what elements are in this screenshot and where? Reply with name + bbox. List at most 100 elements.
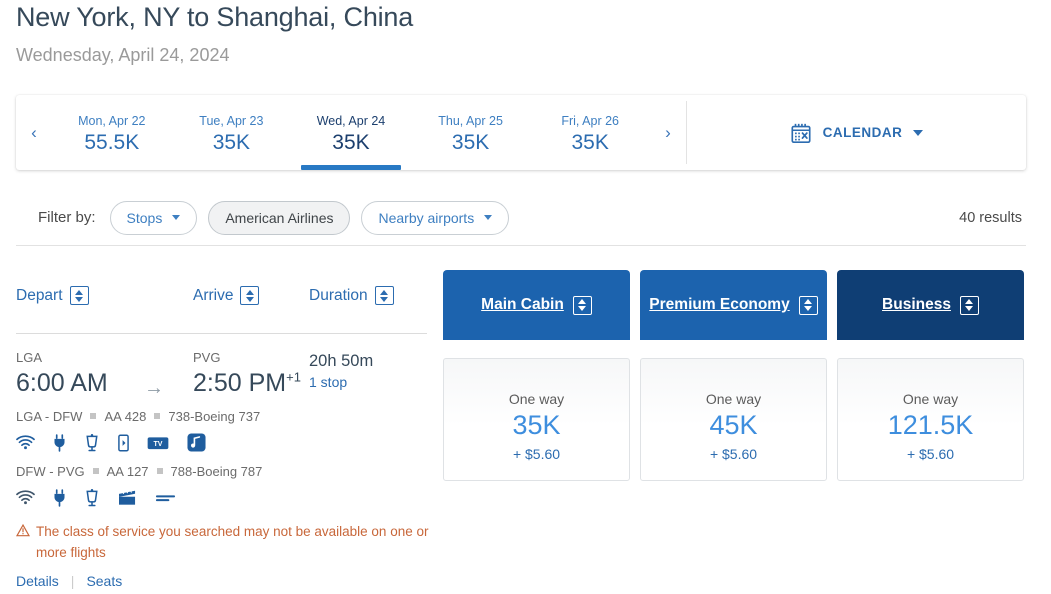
column-header-arrive: Arrive bbox=[193, 286, 234, 304]
details-link[interactable]: Details bbox=[16, 573, 59, 589]
warning-message: The class of service you searched may no… bbox=[36, 523, 429, 560]
sort-arrows-icon bbox=[959, 295, 979, 315]
date-day-price: 35K bbox=[451, 131, 490, 154]
filter-chip-label: Nearby airports bbox=[378, 209, 475, 226]
price-card-business[interactable]: One way 121.5K + $5.60 bbox=[837, 358, 1024, 481]
sort-arrows-icon bbox=[374, 286, 394, 305]
results-table-header: Depart Arrive Duration Main Cabin Premiu… bbox=[16, 270, 1026, 340]
segment-2-amenities bbox=[16, 488, 1026, 508]
price-card-label: One way bbox=[902, 391, 959, 407]
arrive-time-value: 2:50 PM bbox=[193, 368, 287, 397]
sort-by-arrive[interactable]: Arrive bbox=[193, 286, 260, 305]
prev-dates-button[interactable]: ‹ bbox=[16, 95, 52, 170]
flight-result-row: LGA 6:00 AM PVG 2:50 PM+1 20h 50m 1 stop… bbox=[15, 350, 1026, 589]
cabin-tab-label: Premium Economy bbox=[649, 296, 790, 313]
date-day-fri-apr-26[interactable]: Fri, Apr 26 35K bbox=[530, 95, 650, 170]
filter-by-label: Filter by: bbox=[38, 209, 96, 226]
sort-arrows-icon bbox=[798, 295, 818, 315]
arrive-cell: PVG 2:50 PM+1 bbox=[193, 350, 309, 398]
music-icon bbox=[187, 433, 206, 452]
warning-triangle-icon bbox=[15, 522, 31, 564]
filter-chip-label: Stops bbox=[126, 209, 163, 226]
price-card-amount: 45K bbox=[709, 410, 758, 440]
date-day-label: Wed, Apr 24 bbox=[316, 113, 386, 128]
class-of-service-warning: The class of service you searched may no… bbox=[15, 522, 436, 564]
filter-chip-american-airlines[interactable]: American Airlines bbox=[208, 200, 351, 235]
date-day-mon-apr-22[interactable]: Mon, Apr 22 55.5K bbox=[52, 95, 172, 170]
column-header-duration: Duration bbox=[309, 286, 368, 304]
price-card-tax: + $5.60 bbox=[512, 446, 561, 463]
cabin-tab-main-cabin[interactable]: Main Cabin bbox=[443, 270, 630, 340]
separator-square-icon bbox=[92, 468, 99, 475]
date-day-thu-apr-25[interactable]: Thu, Apr 25 35K bbox=[411, 95, 531, 170]
date-day-tue-apr-23[interactable]: Tue, Apr 23 35K bbox=[172, 95, 292, 170]
sort-arrows-icon bbox=[69, 286, 89, 305]
arrive-airport-code: PVG bbox=[193, 350, 221, 365]
depart-time: 6:00 AM bbox=[16, 368, 108, 397]
filter-bar: Filter by: Stops American Airlines Nearb… bbox=[16, 190, 1026, 246]
date-day-label: Thu, Apr 25 bbox=[438, 113, 503, 128]
svg-text:TV: TV bbox=[153, 441, 162, 448]
date-selector-bar: ‹ Mon, Apr 22 55.5K Tue, Apr 23 35K Wed,… bbox=[16, 95, 1026, 170]
seats-link[interactable]: Seats bbox=[86, 573, 122, 589]
separator-square-icon bbox=[156, 468, 163, 475]
cabin-tab-label: Business bbox=[882, 296, 951, 313]
segment-aircraft: 738-Boeing 737 bbox=[168, 408, 261, 424]
sort-arrows-icon bbox=[240, 286, 260, 305]
column-header-depart: Depart bbox=[16, 286, 63, 304]
results-count: 40 results bbox=[959, 209, 1022, 226]
date-scroller: ‹ Mon, Apr 22 55.5K Tue, Apr 23 35K Wed,… bbox=[16, 95, 686, 170]
price-card-label: One way bbox=[705, 391, 762, 407]
wifi-icon bbox=[16, 490, 35, 505]
date-day-price: 55.5K bbox=[84, 131, 140, 154]
wifi-icon bbox=[16, 435, 35, 450]
link-separator: | bbox=[70, 573, 75, 590]
flight-action-links: Details | Seats bbox=[16, 573, 1026, 589]
calendar-icon bbox=[790, 122, 812, 144]
price-card-premium-economy[interactable]: One way 45K + $5.60 bbox=[640, 358, 827, 481]
arrive-time: 2:50 PM+1 bbox=[193, 369, 309, 398]
chevron-down-icon bbox=[172, 215, 181, 220]
filter-chip-nearby-airports[interactable]: Nearby airports bbox=[361, 200, 510, 235]
movie-icon bbox=[118, 489, 137, 506]
date-day-price: 35K bbox=[212, 131, 251, 154]
date-day-price: 35K bbox=[571, 131, 609, 154]
flight-search-results-page: New York, NY to Shanghai, China Wednesda… bbox=[0, 0, 1051, 594]
segment-route: LGA - DFW bbox=[16, 408, 83, 424]
chevron-down-icon bbox=[913, 129, 924, 136]
next-dates-button[interactable]: › bbox=[650, 95, 686, 170]
sort-by-duration[interactable]: Duration bbox=[309, 286, 394, 305]
sort-by-depart[interactable]: Depart bbox=[16, 286, 89, 305]
lie-flat-seat-icon bbox=[155, 492, 176, 504]
duration-cell: 20h 50m 1 stop bbox=[309, 350, 439, 390]
date-day-label: Tue, Apr 23 bbox=[199, 113, 264, 128]
filter-chip-stops[interactable]: Stops bbox=[109, 200, 198, 235]
price-card-main-cabin[interactable]: One way 35K + $5.60 bbox=[443, 358, 630, 481]
date-day-wed-apr-24[interactable]: Wed, Apr 24 35K bbox=[291, 95, 411, 170]
filter-chip-label: American Airlines bbox=[225, 209, 334, 226]
cabin-tab-label: Main Cabin bbox=[481, 296, 564, 313]
separator-square-icon bbox=[154, 413, 161, 420]
fare-price-cards: One way 35K + $5.60 One way 45K + $5.60 … bbox=[443, 358, 1024, 481]
sort-arrows-icon bbox=[572, 295, 592, 315]
arrive-day-offset: +1 bbox=[286, 369, 301, 385]
power-outlet-icon bbox=[53, 488, 66, 507]
stops-link[interactable]: 1 stop bbox=[309, 374, 439, 390]
cabin-tab-business[interactable]: Business bbox=[837, 270, 1024, 340]
price-card-amount: 35K bbox=[512, 410, 561, 440]
calendar-button[interactable]: CALENDAR bbox=[687, 95, 1026, 170]
calendar-button-label: CALENDAR bbox=[822, 125, 903, 140]
device-streaming-icon bbox=[118, 434, 129, 452]
beverage-icon bbox=[84, 433, 100, 452]
cabin-tab-premium-economy[interactable]: Premium Economy bbox=[640, 270, 827, 340]
tv-icon: TV bbox=[147, 435, 169, 451]
power-outlet-icon bbox=[53, 433, 66, 452]
flight-duration: 20h 50m bbox=[309, 352, 374, 370]
page-title: New York, NY to Shanghai, China bbox=[16, 2, 414, 32]
price-card-tax: + $5.60 bbox=[906, 446, 955, 463]
segment-route: DFW - PVG bbox=[16, 463, 85, 479]
segment-flight-number: AA 428 bbox=[104, 408, 147, 424]
date-day-label: Mon, Apr 22 bbox=[78, 113, 146, 128]
segment-flight-number: AA 127 bbox=[106, 463, 149, 479]
price-card-amount: 121.5K bbox=[887, 410, 974, 440]
